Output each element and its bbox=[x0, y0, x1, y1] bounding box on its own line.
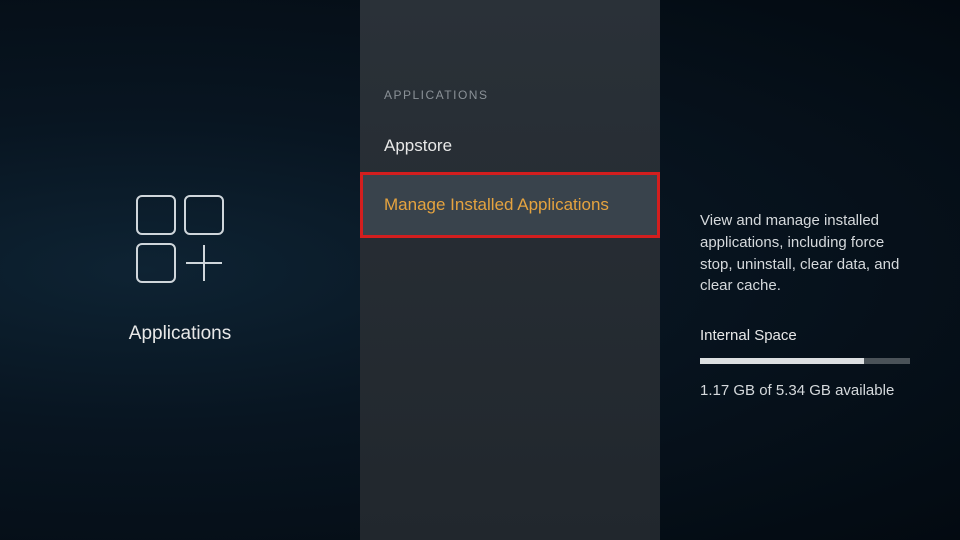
page-title: Applications bbox=[129, 323, 231, 345]
app-square-icon bbox=[136, 195, 176, 235]
storage-progress-bar bbox=[700, 358, 910, 364]
storage-available-text: 1.17 GB of 5.34 GB available bbox=[700, 382, 920, 399]
app-square-icon bbox=[184, 195, 224, 235]
app-square-icon bbox=[136, 243, 176, 283]
left-panel: Applications bbox=[0, 0, 360, 540]
item-description: View and manage installed applications, … bbox=[700, 210, 920, 297]
menu-item-manage-installed-applications[interactable]: Manage Installed Applications bbox=[360, 172, 660, 238]
menu-item-appstore[interactable]: Appstore bbox=[360, 120, 660, 172]
section-header: APPLICATIONS bbox=[360, 88, 660, 120]
plus-icon bbox=[184, 243, 224, 283]
middle-panel: APPLICATIONS Appstore Manage Installed A… bbox=[360, 0, 660, 540]
storage-label: Internal Space bbox=[700, 327, 920, 344]
applications-icon bbox=[136, 195, 224, 283]
storage-progress-fill bbox=[700, 358, 864, 364]
right-panel: View and manage installed applications, … bbox=[660, 0, 960, 540]
